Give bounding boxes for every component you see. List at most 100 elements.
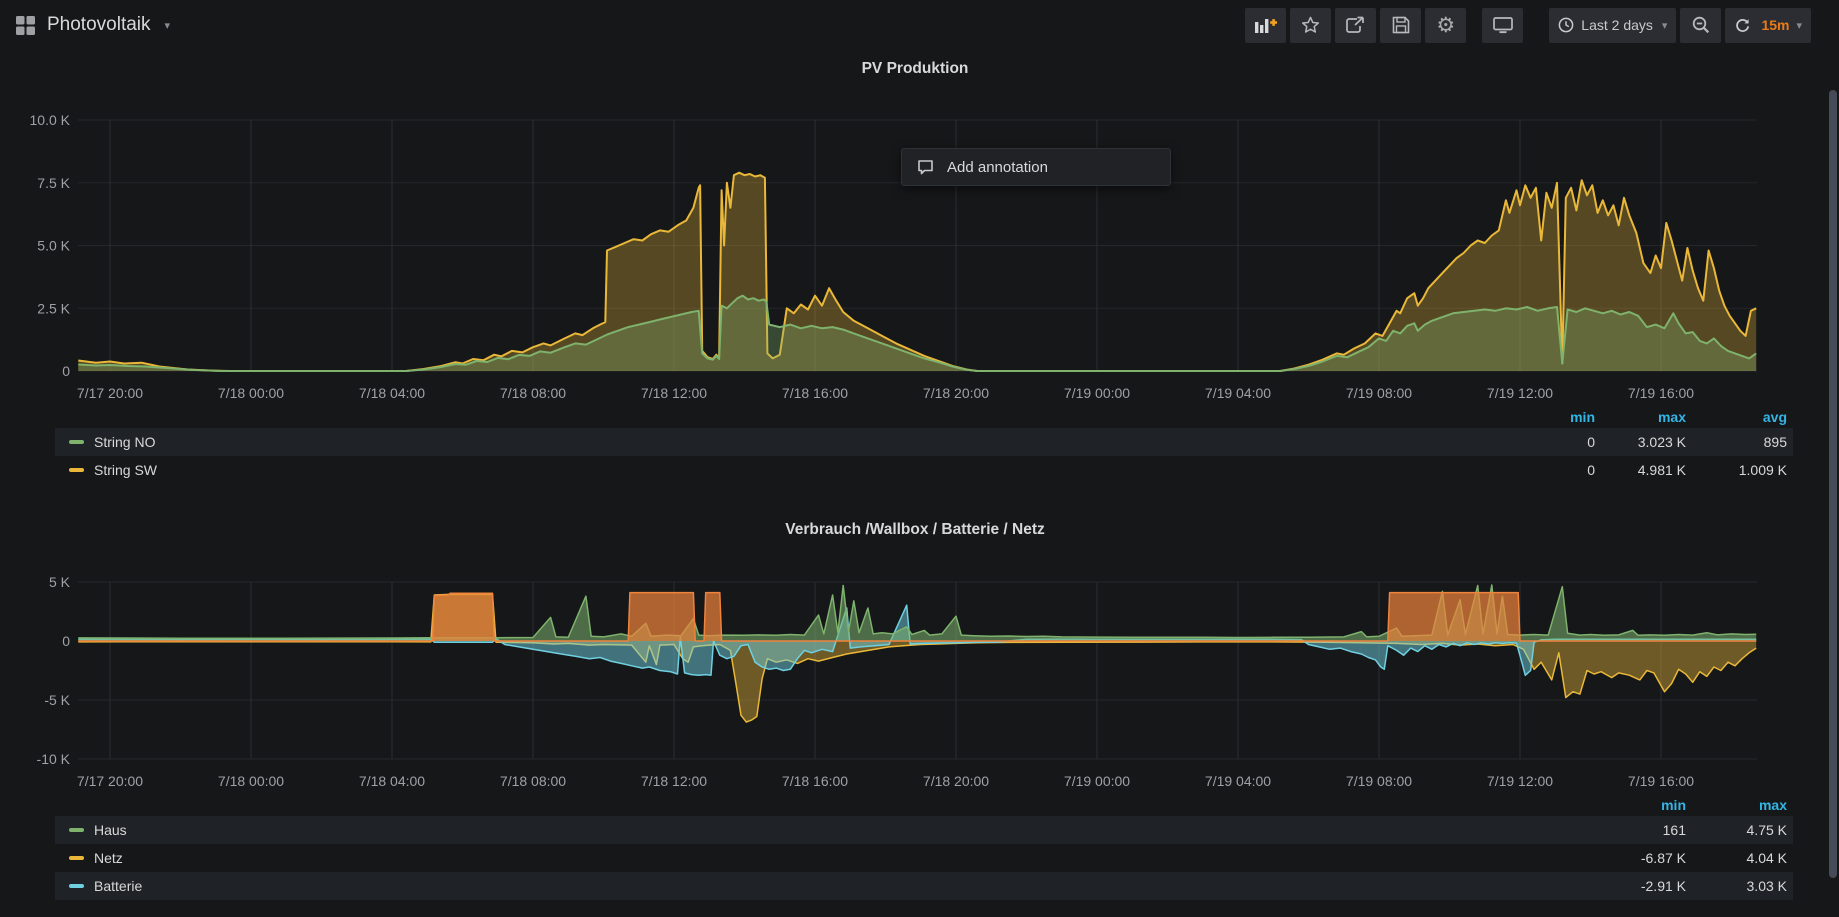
navbar: Photovoltaik ▾ bbox=[0, 0, 1839, 50]
x-axis-tick-label: 7/19 04:00 bbox=[1205, 773, 1271, 789]
legend-series-label[interactable]: String SW bbox=[94, 462, 1520, 478]
legend-header-row: minmax bbox=[55, 794, 1793, 816]
page-scrollbar-thumb[interactable] bbox=[1829, 90, 1837, 878]
add-annotation-label: Add annotation bbox=[947, 159, 1048, 176]
settings-button[interactable]: ⚙ bbox=[1425, 8, 1466, 43]
legend-swatch bbox=[69, 440, 84, 444]
add-annotation-menu-item[interactable]: Add annotation bbox=[901, 148, 1171, 186]
clock-icon bbox=[1558, 17, 1574, 33]
y-axis-tick-label: 0 bbox=[62, 633, 70, 649]
legend-value: -6.87 K bbox=[1601, 850, 1692, 866]
x-axis-tick-label: 7/19 04:00 bbox=[1205, 385, 1271, 401]
y-axis-tick-label: 5.0 K bbox=[37, 238, 70, 254]
legend-row: Haus1614.75 K bbox=[55, 816, 1793, 844]
legend-value: 0 bbox=[1520, 434, 1601, 450]
y-axis-tick-label: 7.5 K bbox=[37, 175, 70, 191]
legend-value: 0 bbox=[1520, 462, 1601, 478]
legend-verbrauch: minmaxHaus1614.75 KNetz-6.87 K4.04 KBatt… bbox=[55, 794, 1793, 900]
panel-title-verbrauch[interactable]: Verbrauch /Wallbox / Batterie / Netz bbox=[0, 521, 1830, 539]
legend-value: 4.04 K bbox=[1692, 850, 1793, 866]
x-axis-tick-label: 7/19 16:00 bbox=[1628, 773, 1694, 789]
x-axis-tick-label: 7/18 04:00 bbox=[359, 773, 425, 789]
legend-row: Netz-6.87 K4.04 K bbox=[55, 844, 1793, 872]
legend-value: -2.91 K bbox=[1601, 878, 1692, 894]
comment-bubble-icon bbox=[917, 159, 934, 176]
x-axis-tick-label: 7/18 04:00 bbox=[359, 385, 425, 401]
dashboard-title-picker[interactable]: Photovoltaik ▾ bbox=[16, 14, 170, 36]
legend-header-max[interactable]: max bbox=[1692, 797, 1793, 813]
share-button[interactable] bbox=[1335, 8, 1376, 43]
save-button[interactable] bbox=[1380, 8, 1421, 43]
tv-mode-icon bbox=[1493, 17, 1513, 34]
legend-header-min[interactable]: min bbox=[1520, 409, 1601, 425]
legend-pv-produktion: minmaxavgString NO03.023 K895String SW04… bbox=[55, 406, 1793, 484]
dashboard-grid-icon bbox=[16, 16, 35, 35]
legend-series-label[interactable]: Batterie bbox=[94, 878, 1601, 894]
x-axis-tick-label: 7/17 20:00 bbox=[77, 385, 143, 401]
x-axis-tick-label: 7/18 08:00 bbox=[500, 773, 566, 789]
x-axis-tick-label: 7/18 16:00 bbox=[782, 773, 848, 789]
chevron-down-icon: ▾ bbox=[1662, 19, 1668, 32]
chevron-down-icon: ▾ bbox=[165, 19, 171, 32]
legend-row: Batterie-2.91 K3.03 K bbox=[55, 872, 1793, 900]
x-axis-tick-label: 7/18 16:00 bbox=[782, 385, 848, 401]
legend-swatch bbox=[69, 884, 84, 888]
x-axis-tick-label: 7/18 12:00 bbox=[641, 385, 707, 401]
navbar-actions: ⚙ Last 2 days ▾ bbox=[1241, 8, 1839, 43]
x-axis-tick-label: 7/18 00:00 bbox=[218, 773, 284, 789]
tv-mode-button[interactable] bbox=[1482, 8, 1523, 43]
legend-value: 4.75 K bbox=[1692, 822, 1793, 838]
legend-series-label[interactable]: String NO bbox=[94, 434, 1520, 450]
legend-row: String SW04.981 K1.009 K bbox=[55, 456, 1793, 484]
legend-value: 3.023 K bbox=[1601, 434, 1692, 450]
chevron-down-icon: ▾ bbox=[1796, 19, 1802, 32]
pv-produktion-chart[interactable]: 10.0 K7.5 K5.0 K2.5 K07/17 20:007/18 00:… bbox=[0, 95, 1830, 407]
legend-swatch bbox=[69, 468, 84, 472]
dashboard-title: Photovoltaik bbox=[47, 14, 151, 36]
x-axis-tick-label: 7/18 00:00 bbox=[218, 385, 284, 401]
time-range-picker[interactable]: Last 2 days ▾ bbox=[1549, 8, 1676, 43]
zoom-out-icon bbox=[1692, 16, 1710, 34]
legend-value: 161 bbox=[1601, 822, 1692, 838]
legend-series-label[interactable]: Haus bbox=[94, 822, 1601, 838]
x-axis-tick-label: 7/18 08:00 bbox=[500, 385, 566, 401]
legend-value: 3.03 K bbox=[1692, 878, 1793, 894]
verbrauch-chart[interactable]: 5 K0-5 K-10 K7/17 20:007/18 00:007/18 04… bbox=[0, 545, 1830, 795]
grafana-dashboard: Photovoltaik ▾ bbox=[0, 0, 1839, 917]
y-axis-tick-label: 10.0 K bbox=[30, 112, 71, 128]
x-axis-tick-label: 7/18 20:00 bbox=[923, 773, 989, 789]
legend-header-row: minmaxavg bbox=[55, 406, 1793, 428]
x-axis-tick-label: 7/19 12:00 bbox=[1487, 773, 1553, 789]
add-panel-button[interactable] bbox=[1245, 8, 1286, 43]
x-axis-tick-label: 7/17 20:00 bbox=[77, 773, 143, 789]
zoom-out-button[interactable] bbox=[1680, 8, 1721, 43]
star-button[interactable] bbox=[1290, 8, 1331, 43]
x-axis-tick-label: 7/19 12:00 bbox=[1487, 385, 1553, 401]
y-axis-tick-label: 5 K bbox=[49, 574, 71, 590]
x-axis-tick-label: 7/19 16:00 bbox=[1628, 385, 1694, 401]
legend-row: String NO03.023 K895 bbox=[55, 428, 1793, 456]
legend-value: 1.009 K bbox=[1692, 462, 1793, 478]
share-icon bbox=[1346, 16, 1365, 34]
legend-value: 895 bbox=[1692, 434, 1793, 450]
legend-swatch bbox=[69, 856, 84, 860]
legend-value: 4.981 K bbox=[1601, 462, 1692, 478]
refresh-button[interactable]: 15m ▾ bbox=[1725, 8, 1811, 43]
x-axis-tick-label: 7/18 20:00 bbox=[923, 385, 989, 401]
legend-series-label[interactable]: Netz bbox=[94, 850, 1601, 866]
panel-title-pv-produktion[interactable]: PV Produktion bbox=[0, 60, 1830, 78]
legend-swatch bbox=[69, 828, 84, 832]
legend-header-avg[interactable]: avg bbox=[1692, 409, 1793, 425]
time-range-label: Last 2 days bbox=[1581, 17, 1653, 33]
x-axis-tick-label: 7/19 08:00 bbox=[1346, 385, 1412, 401]
refresh-icon bbox=[1734, 17, 1751, 33]
x-axis-tick-label: 7/18 12:00 bbox=[641, 773, 707, 789]
save-icon bbox=[1392, 16, 1410, 34]
legend-header-min[interactable]: min bbox=[1601, 797, 1692, 813]
star-icon bbox=[1301, 16, 1320, 34]
x-axis-tick-label: 7/19 00:00 bbox=[1064, 773, 1130, 789]
y-axis-tick-label: -10 K bbox=[37, 751, 71, 767]
legend-header-max[interactable]: max bbox=[1601, 409, 1692, 425]
settings-gear-icon: ⚙ bbox=[1436, 15, 1455, 36]
refresh-interval-label: 15m bbox=[1761, 17, 1789, 33]
